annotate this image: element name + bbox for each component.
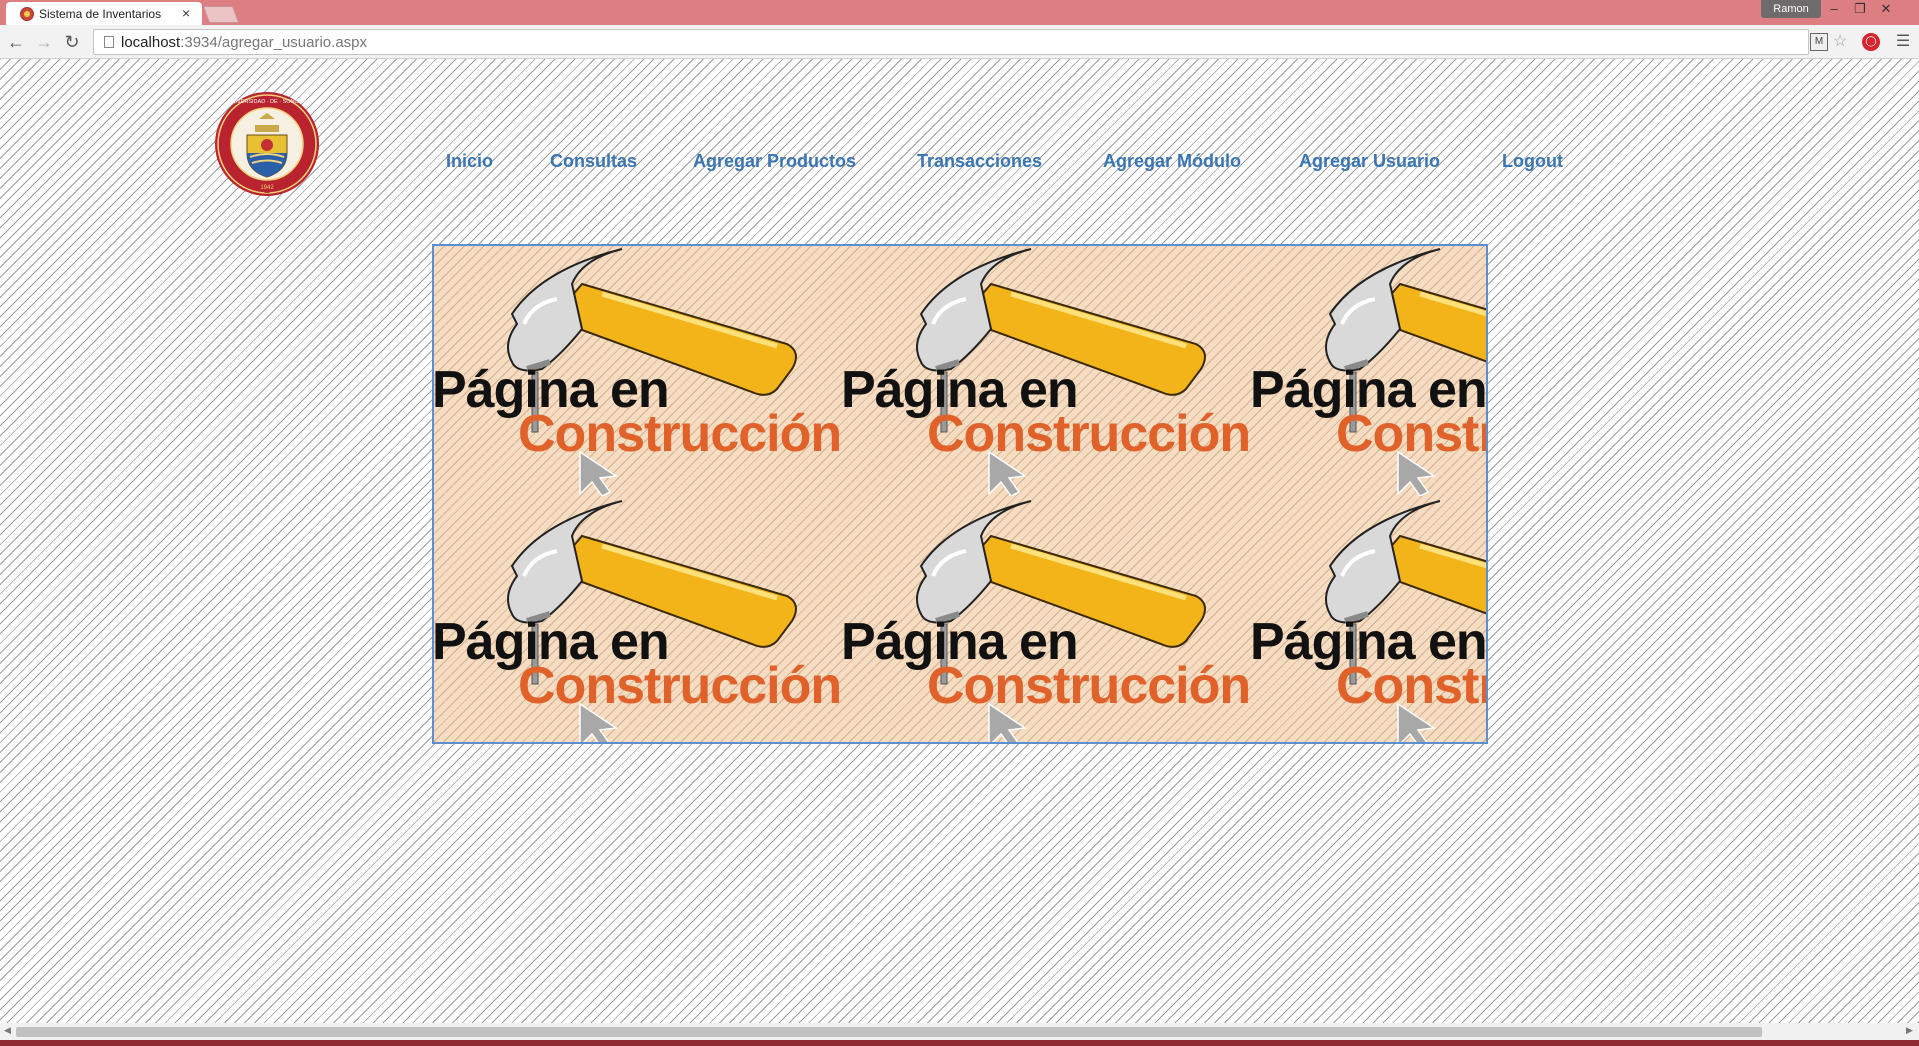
taskbar-strip	[0, 1040, 1919, 1046]
construction-line2: Construcción	[1336, 657, 1488, 715]
nav-consultas[interactable]: Consultas	[550, 151, 637, 172]
construction-line2: Construcción	[518, 657, 842, 715]
horizontal-scrollbar[interactable]: ◀ ▶	[0, 1023, 1919, 1040]
minimize-button[interactable]: –	[1821, 0, 1847, 18]
under-construction-image: Página en Construcción Página en Construcc…	[432, 244, 1488, 744]
scroll-left-icon[interactable]: ◀	[4, 1025, 11, 1036]
page-icon	[104, 36, 114, 48]
construction-line2: Construcción	[927, 405, 1251, 463]
construction-tile: Página enConstrucción	[434, 496, 842, 742]
adblock-icon[interactable]: ◯	[1862, 33, 1880, 51]
construction-line2: Construcción	[1336, 405, 1488, 463]
extension-icon[interactable]: M	[1810, 33, 1828, 51]
logo-year: 1942	[260, 185, 274, 191]
scroll-right-icon[interactable]: ▶	[1906, 1025, 1913, 1036]
construction-tile: Página enConstrucción	[841, 246, 1251, 496]
nav-agregar-productos[interactable]: Agregar Productos	[693, 151, 856, 172]
browser-tab[interactable]: Sistema de Inventarios ×	[6, 2, 202, 25]
nav-agregar-modulo[interactable]: Agregar Módulo	[1103, 151, 1241, 172]
construction-tile: Página enConstrucción	[841, 496, 1251, 742]
tab-title: Sistema de Inventarios	[39, 7, 162, 21]
url-text[interactable]: localhost:3934/agregar_usuario.aspx	[121, 34, 367, 51]
favicon-icon	[20, 7, 34, 21]
maximize-button[interactable]: ❐	[1847, 0, 1873, 18]
university-logo: 1942 UNIVERSIDAD · DE · SONORA	[215, 92, 319, 196]
nav-logout[interactable]: Logout	[1502, 151, 1563, 172]
main-nav: Inicio Consultas Agregar Productos Trans…	[0, 151, 1919, 175]
address-bar[interactable]: localhost:3934/agregar_usuario.aspx	[93, 29, 1809, 55]
nav-inicio[interactable]: Inicio	[446, 151, 493, 172]
url-path: :3934/agregar_usuario.aspx	[180, 34, 367, 51]
arrow-right-icon[interactable]: →	[32, 30, 56, 54]
nav-agregar-usuario[interactable]: Agregar Usuario	[1299, 151, 1440, 172]
logo-text: UNIVERSIDAD · DE · SONORA	[228, 99, 307, 105]
tab-close-icon[interactable]: ×	[182, 5, 190, 21]
scrollbar-thumb[interactable]	[16, 1027, 1762, 1037]
arrow-left-icon[interactable]: ←	[4, 30, 28, 54]
page-viewport: 1942 UNIVERSIDAD · DE · SONORA Inicio Co…	[0, 59, 1919, 1023]
construction-tile: Página enConstrucción	[1250, 246, 1488, 496]
construction-line2: Construcción	[927, 657, 1251, 715]
browser-toolbar: ← → ↻ localhost:3934/agregar_usuario.asp…	[0, 25, 1919, 59]
profile-button[interactable]: Ramon	[1761, 0, 1821, 18]
construction-tile: Página enConstrucción	[1250, 496, 1488, 742]
browser-titlebar: Sistema de Inventarios × Ramon – ❐ ✕	[0, 0, 1919, 25]
reload-icon[interactable]: ↻	[60, 30, 84, 54]
star-icon[interactable]: ☆	[1831, 33, 1849, 51]
url-host: localhost	[121, 34, 181, 51]
construction-line2: Construcción	[518, 405, 842, 463]
nav-transacciones[interactable]: Transacciones	[917, 151, 1042, 172]
construction-tile: Página enConstrucción	[434, 246, 842, 496]
hamburger-menu-icon[interactable]: ☰	[1894, 33, 1912, 51]
new-tab-button[interactable]	[202, 6, 240, 23]
close-window-button[interactable]: ✕	[1873, 0, 1899, 18]
